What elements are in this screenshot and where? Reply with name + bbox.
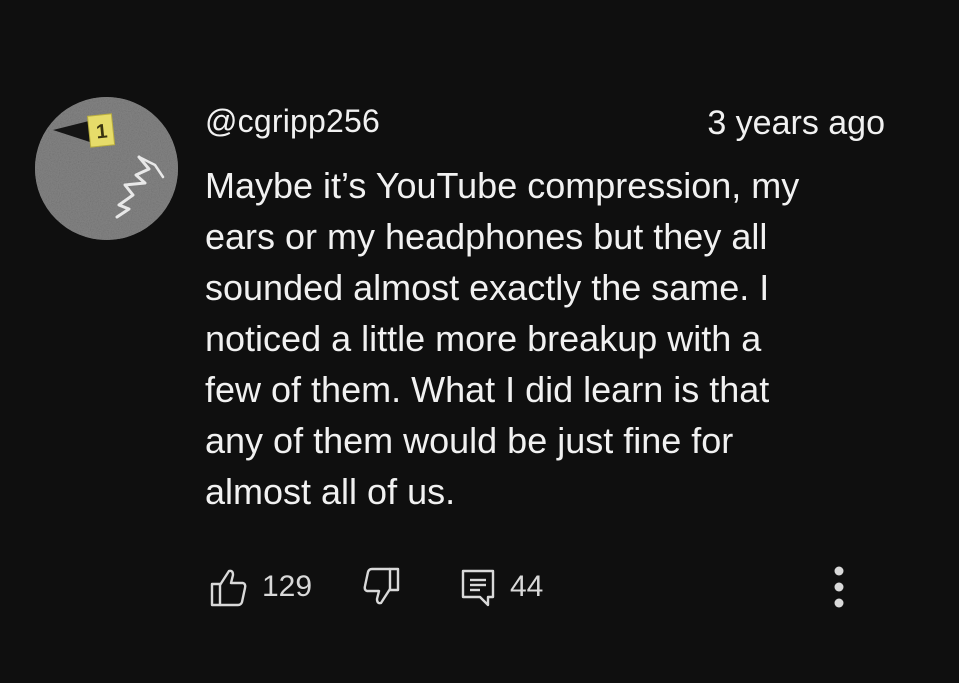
comment-card: 1 @cgripp256 3 years ago Maybe it’s YouT… [0, 0, 959, 683]
comment-timestamp[interactable]: 3 years ago [707, 103, 885, 143]
comment-author[interactable]: @cgripp256 [205, 101, 380, 141]
like-count: 129 [262, 570, 313, 603]
comment-text: Maybe it’s YouTube compression, my ears … [205, 165, 800, 512]
dislike-button[interactable] [362, 565, 400, 609]
like-button[interactable]: 129 [210, 565, 312, 609]
reply-count: 44 [510, 570, 544, 603]
avatar-image: 1 [35, 97, 178, 240]
replies-button[interactable]: 44 [460, 565, 543, 609]
vertical-ellipsis-icon [827, 566, 851, 619]
comment-actions: 129 44 [210, 565, 910, 609]
thumbs-down-icon [362, 567, 400, 607]
avatar-badge: 1 [95, 120, 108, 143]
avatar[interactable]: 1 [35, 97, 178, 240]
more-options-button[interactable] [827, 565, 851, 615]
thumbs-up-icon [210, 567, 248, 607]
comment-icon [460, 567, 496, 607]
